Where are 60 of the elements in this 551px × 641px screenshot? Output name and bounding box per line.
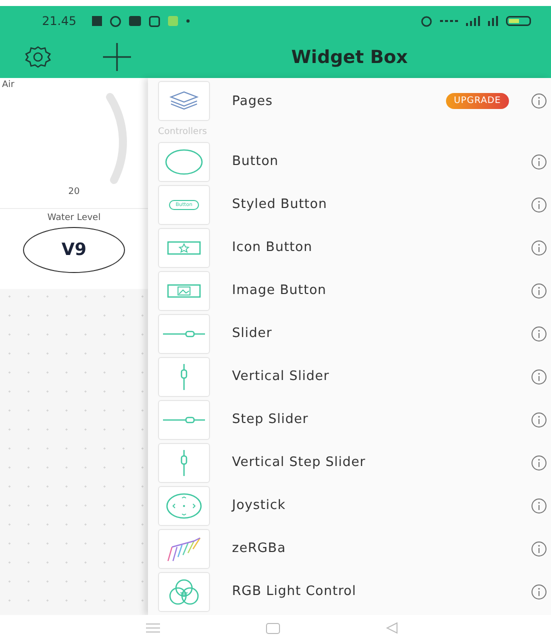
widget-item[interactable]: Vertical Step Slider: [148, 441, 551, 484]
display-label: Water Level: [47, 213, 101, 223]
widget-name: Pages: [232, 94, 274, 108]
info-icon[interactable]: [531, 93, 547, 109]
info-icon[interactable]: [531, 326, 547, 342]
app-icon: [129, 16, 142, 26]
widget-item[interactable]: Pages UPGRADE: [148, 78, 551, 124]
signal-icon: [466, 16, 480, 26]
slider-icon: [162, 414, 206, 424]
info-icon[interactable]: [531, 154, 547, 170]
widget-name: Styled Button: [232, 197, 328, 212]
vertical-slider-icon: [179, 448, 189, 476]
add-icon[interactable]: [102, 42, 132, 72]
value-display-widget[interactable]: Water Level V9: [0, 209, 148, 289]
gauge-label: Air: [1, 79, 16, 92]
info-icon[interactable]: [531, 454, 547, 470]
circle-icon: [165, 148, 203, 174]
info-icon[interactable]: [531, 540, 547, 556]
widget-item[interactable]: Image Button: [148, 269, 551, 312]
widget-name: RGB Light Control: [232, 584, 358, 599]
widget-item[interactable]: Button: [148, 140, 551, 183]
info-icon[interactable]: [531, 584, 547, 600]
dot-icon: [186, 19, 190, 23]
widget-name: Step Slider: [232, 412, 310, 427]
gauge-value: 20: [68, 187, 80, 197]
status-time: 21.45: [42, 14, 76, 28]
info-icon[interactable]: [531, 412, 547, 428]
layers-icon: [169, 91, 199, 111]
info-icon[interactable]: [531, 196, 547, 212]
gauge-widget[interactable]: Air 20: [0, 78, 148, 209]
widget-item[interactable]: Vertical Slider: [148, 355, 551, 398]
widget-item[interactable]: Slider: [148, 312, 551, 355]
pin-label: V9: [23, 227, 125, 273]
widget-item[interactable]: RGB Light Control: [148, 570, 551, 613]
app-icon: [168, 16, 178, 26]
info-icon[interactable]: [531, 498, 547, 514]
widget-name: Image Button: [232, 283, 328, 298]
signal-icon: [488, 16, 498, 26]
widget-name: Vertical Slider: [232, 369, 330, 384]
widget-item[interactable]: Joystick: [148, 484, 551, 527]
widget-name: Slider: [232, 326, 274, 341]
widget-name: Icon Button: [232, 240, 314, 255]
info-icon[interactable]: [531, 240, 547, 256]
widget-name: Button: [232, 154, 280, 169]
star-button-icon: [167, 240, 201, 254]
image-button-icon: [167, 284, 201, 298]
widget-name: zeRGBa: [232, 541, 287, 556]
slider-icon: [162, 328, 206, 338]
widget-name: Vertical Step Slider: [232, 455, 367, 470]
widget-item[interactable]: Step Slider: [148, 398, 551, 441]
widget-name: Joystick: [232, 498, 287, 513]
info-icon[interactable]: [531, 368, 547, 384]
joystick-icon: [166, 492, 202, 518]
battery-icon: [506, 16, 531, 26]
widget-item[interactable]: Icon Button: [148, 226, 551, 269]
widget-item[interactable]: zeRGBa: [148, 527, 551, 570]
info-icon[interactable]: [531, 282, 547, 298]
vertical-slider-icon: [179, 362, 189, 390]
drawer-title: Widget Box: [290, 46, 409, 68]
settings-icon[interactable]: [24, 45, 52, 69]
